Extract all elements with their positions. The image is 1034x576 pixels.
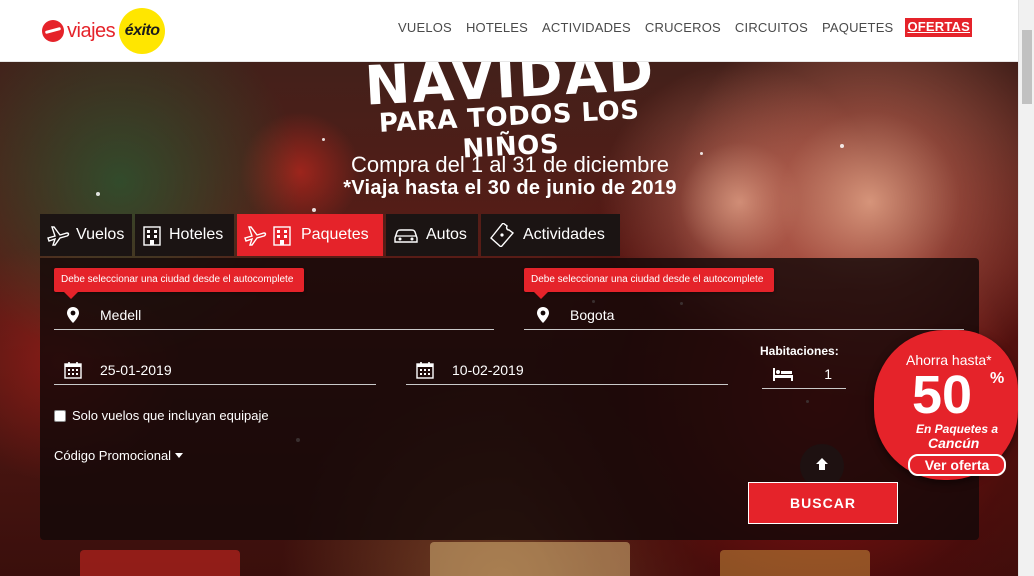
tab-label: Autos <box>426 226 467 243</box>
luggage-label: Solo vuelos que incluyan equipaje <box>72 408 269 423</box>
tab-autos[interactable]: Autos <box>386 214 478 256</box>
scrollbar-thumb[interactable] <box>1022 30 1032 104</box>
hero-dates: Compra del 1 al 31 de diciembre <box>351 152 669 177</box>
origin-value: Medell <box>100 306 142 323</box>
destination-error-tooltip: Debe seleccionar una ciudad desde el aut… <box>524 268 774 299</box>
page-scrollbar[interactable] <box>1018 0 1034 576</box>
tab-paquetes[interactable]: Paquetes <box>237 214 383 256</box>
nav-item-paquetes[interactable]: PAQUETES <box>815 18 900 37</box>
badge-package-text: En Paquetes a <box>916 422 999 436</box>
gift-decoration <box>80 550 240 576</box>
bed-icon <box>772 366 794 382</box>
nav-item-actividades[interactable]: ACTIVIDADES <box>535 18 638 37</box>
rooms-label: Habitaciones: <box>760 344 839 358</box>
nav-item-ofertas[interactable]: OFERTAS <box>905 18 972 37</box>
location-pin-icon <box>62 306 84 324</box>
logo-ball-icon <box>42 20 64 42</box>
nav-item-vuelos[interactable]: VUELOS <box>391 18 459 37</box>
hero-banner: NAVIDAD PARA TODOS LOS NIÑOS Compra del … <box>0 62 1018 576</box>
ticket-icon <box>487 223 517 247</box>
tab-label: Hoteles <box>169 226 224 243</box>
hero-travel-note: *Viaja hasta el 30 de junio de 2019 <box>343 177 677 199</box>
promo-code-toggle[interactable]: Código Promocional <box>54 448 184 463</box>
tab-hoteles[interactable]: Hoteles <box>135 214 234 256</box>
tab-vuelos[interactable]: Vuelos <box>40 214 132 256</box>
origin-field[interactable]: Medell <box>54 300 494 330</box>
tab-actividades[interactable]: Actividades <box>481 214 620 256</box>
luggage-filter[interactable]: Solo vuelos que incluyan equipaje <box>54 408 269 423</box>
package-icon <box>243 224 295 246</box>
start-date-field[interactable]: 25-01-2019 <box>54 355 376 385</box>
promo-badge[interactable]: Ahorra hasta* 50 % En Paquetes a Cancún … <box>874 330 1018 494</box>
tab-label: Actividades <box>523 226 605 243</box>
calendar-icon <box>414 361 436 379</box>
nav-item-circuitos[interactable]: CIRCUITOS <box>728 18 815 37</box>
gift-decoration <box>430 542 630 576</box>
logo-text-exito: éxito <box>119 8 166 54</box>
end-date-value: 10-02-2019 <box>452 361 524 378</box>
destination-value: Bogota <box>570 306 615 323</box>
rooms-value: 1 <box>824 365 832 382</box>
plane-icon <box>46 224 70 246</box>
nav-item-hoteles[interactable]: HOTELES <box>459 18 535 37</box>
gift-decoration <box>720 550 870 576</box>
badge-percent-sign: % <box>990 370 1005 387</box>
snowflake <box>700 152 703 155</box>
badge-percent-value: 50 <box>912 365 973 425</box>
start-date-value: 25-01-2019 <box>100 361 172 378</box>
calendar-icon <box>62 361 84 379</box>
car-icon <box>392 224 420 246</box>
destination-field[interactable]: Bogota <box>524 300 964 330</box>
search-form: Debe seleccionar una ciudad desde el aut… <box>40 258 979 540</box>
view-offer-button[interactable]: Ver oferta <box>908 454 1006 476</box>
site-logo[interactable]: viajes éxito <box>42 8 166 54</box>
logo-text-viajes: viajes <box>67 19 116 42</box>
snowflake <box>322 138 325 141</box>
snowflake <box>312 208 316 212</box>
nav-item-cruceros[interactable]: CRUCEROS <box>638 18 728 37</box>
luggage-checkbox[interactable] <box>54 409 66 422</box>
hotel-icon <box>141 224 163 246</box>
snowflake <box>96 192 100 196</box>
end-date-field[interactable]: 10-02-2019 <box>406 355 728 385</box>
location-pin-icon <box>532 306 554 324</box>
promo-code-label: Código Promocional <box>54 448 172 463</box>
snowflake <box>840 144 844 148</box>
site-header: viajes éxito VUELOS HOTELES ACTIVIDADES … <box>0 0 1018 62</box>
tab-label: Paquetes <box>301 226 369 243</box>
arrow-up-icon <box>814 456 830 477</box>
origin-error-tooltip: Debe seleccionar una ciudad desde el aut… <box>54 268 304 299</box>
caret-down-icon <box>175 453 184 458</box>
badge-destination: Cancún <box>928 435 980 451</box>
tab-label: Vuelos <box>76 226 125 243</box>
rooms-selector[interactable]: 1 <box>762 359 846 389</box>
search-tabs: Vuelos Hoteles Paquetes Autos Actividade… <box>40 214 620 256</box>
main-nav: VUELOS HOTELES ACTIVIDADES CRUCEROS CIRC… <box>391 18 972 37</box>
